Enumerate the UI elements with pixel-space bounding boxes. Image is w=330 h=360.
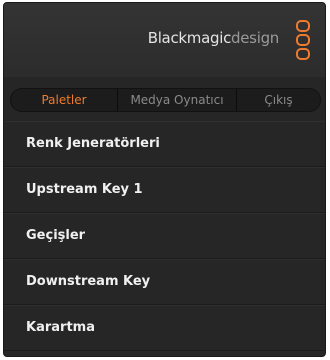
tab-bar: Paletler Medya Oynatıcı Çıkış (10, 88, 321, 112)
blackmagic-logo-icon (296, 20, 310, 60)
tab-cikis[interactable]: Çıkış (237, 89, 320, 111)
list-item-gecisler[interactable]: Geçişler (4, 213, 325, 259)
brand-wordmark: Blackmagicdesign (147, 29, 280, 47)
brand-name-part2: design (231, 29, 279, 47)
tab-medya-oynatici[interactable]: Medya Oynatıcı (118, 89, 236, 111)
tab-label: Çıkış (264, 93, 293, 107)
palette-list: Renk Jeneratörleri Upstream Key 1 Geçişl… (4, 121, 325, 351)
list-item-upstream-key-1[interactable]: Upstream Key 1 (4, 167, 325, 213)
tab-label: Medya Oynatıcı (130, 93, 224, 107)
palettes-panel: Blackmagicdesign Paletler Medya Oynatıcı… (3, 2, 326, 357)
panel-header: Blackmagicdesign (4, 3, 325, 77)
list-item-karartma[interactable]: Karartma (4, 305, 325, 351)
tab-label: Paletler (41, 93, 87, 107)
tab-paletler[interactable]: Paletler (11, 89, 117, 111)
brand-name-part1: Blackmagic (147, 29, 232, 47)
list-item-renk-jeneratorleri[interactable]: Renk Jeneratörleri (4, 121, 325, 167)
list-item-downstream-key[interactable]: Downstream Key (4, 259, 325, 305)
